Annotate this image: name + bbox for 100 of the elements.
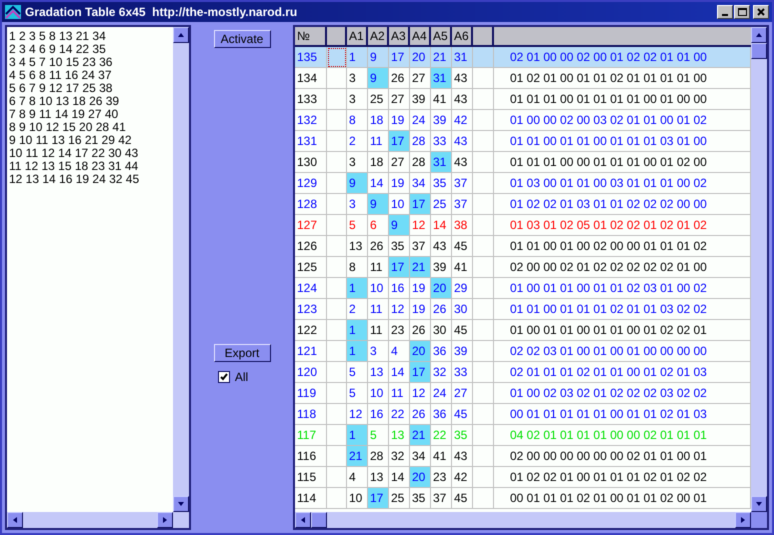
table-cell: 43 (452, 89, 473, 110)
table-cell: 17 (389, 257, 410, 278)
table-cell: 01 00 01 01 00 01 01 00 01 02 02 01 (494, 320, 751, 341)
column-header: A2 (368, 27, 389, 47)
table-row[interactable]: 135 1 9 17 20 21 31 02 01 00 00 02 00 01 02 02 01 01 00 (295, 47, 751, 68)
table-row[interactable]: 134 3 9 26 27 31 43 01 02 01 00 01 01 02 01 01 01 01 00 (295, 68, 751, 89)
table-cell: 12 (389, 299, 410, 320)
table-cell: 19 (410, 299, 431, 320)
table-cell: 37 (431, 488, 452, 509)
table-row[interactable]: 133 3 25 27 39 41 43 01 01 01 00 01 01 01 01 00 01 00 00 (295, 89, 751, 110)
table-cell: 1 (347, 47, 368, 68)
table-cell: 16 (389, 278, 410, 299)
table-cell: 01 01 00 01 00 02 00 00 01 01 01 02 (494, 236, 751, 257)
table-cell: 01 02 02 01 03 01 01 02 02 02 00 00 (494, 194, 751, 215)
table-cell: 9 (368, 68, 389, 89)
table-cell: 39 (452, 341, 473, 362)
table-cell: 43 (452, 131, 473, 152)
table-cell: 31 (431, 68, 452, 89)
table-row[interactable]: 126 13 26 35 37 43 45 01 01 00 01 00 02 00 00 01 01 01 02 (295, 236, 751, 257)
table-cell: 35 (431, 173, 452, 194)
table-cell: 11 (389, 383, 410, 404)
table-cell: 28 (368, 446, 389, 467)
table-cell: 125 (295, 257, 327, 278)
app-icon (5, 5, 21, 19)
table-cell: 5 (368, 425, 389, 446)
scroll-down-button[interactable] (751, 496, 767, 512)
list-line: 11 12 13 15 18 23 31 44 (9, 160, 138, 173)
scroll-left-button[interactable] (295, 512, 311, 528)
table-cell: 35 (452, 425, 473, 446)
table-cell: 31 (431, 152, 452, 173)
table-cell: 01 00 02 03 02 01 02 02 02 03 02 02 (494, 383, 751, 404)
table-cell: 45 (452, 488, 473, 509)
table-row[interactable]: 114 10 17 25 35 37 45 00 01 01 01 02 01 00 01 01 02 00 01 (295, 488, 751, 509)
table-cell: 01 01 00 01 01 00 01 01 01 03 01 00 (494, 131, 751, 152)
table-cell: 11 (368, 299, 389, 320)
table-row[interactable]: 115 4 13 14 20 23 42 01 02 02 01 00 01 01 01 02 01 02 02 (295, 467, 751, 488)
table-cell: 24 (431, 383, 452, 404)
scroll-right-button[interactable] (735, 512, 751, 528)
table-cell: 19 (389, 173, 410, 194)
table-cell: 17 (389, 131, 410, 152)
table-cell: 16 (368, 404, 389, 425)
table-cell: 23 (431, 467, 452, 488)
table-row[interactable]: 124 1 10 16 19 20 29 01 00 01 01 00 01 01 02 03 01 00 02 (295, 278, 751, 299)
table-row[interactable]: 125 8 11 17 21 39 41 02 00 00 02 01 02 02 02 02 02 01 00 (295, 257, 751, 278)
list-line: 7 8 9 11 14 19 27 40 (9, 108, 118, 121)
table-cell: 01 03 00 01 01 00 03 01 01 01 00 02 (494, 173, 751, 194)
table-cell: 13 (368, 362, 389, 383)
table-cell: 121 (295, 341, 327, 362)
table-cell: 38 (452, 215, 473, 236)
scroll-thumb[interactable] (311, 512, 327, 528)
column-header: A4 (410, 27, 431, 47)
table-cell: 13 (347, 236, 368, 257)
table-cell: 00 01 01 01 01 01 00 01 01 02 01 03 (494, 404, 751, 425)
table-cell: 32 (431, 362, 452, 383)
table-row[interactable]: 131 2 11 17 28 33 43 01 01 00 01 01 00 01 01 01 03 01 00 (295, 131, 751, 152)
table-row[interactable]: 127 5 6 9 12 14 38 01 03 01 02 05 01 02 02 01 02 01 02 (295, 215, 751, 236)
window-title: Gradation Table 6x45 http://the-mostly.narod.ru (25, 5, 298, 19)
scroll-down-button[interactable] (173, 496, 189, 512)
table-cell: 02 02 03 01 00 01 00 01 00 00 00 00 (494, 341, 751, 362)
table-cell: 37 (452, 194, 473, 215)
table-cell: 41 (431, 89, 452, 110)
table-row[interactable]: 129 9 14 19 34 35 37 01 03 00 01 01 00 03 01 01 01 00 02 (295, 173, 751, 194)
list-line: 2 3 4 6 9 14 22 35 (9, 43, 106, 56)
table-row[interactable]: 118 12 16 22 26 36 45 00 01 01 01 01 01 00 01 01 02 01 03 (295, 404, 751, 425)
table-cell: 17 (410, 362, 431, 383)
all-checkbox[interactable] (218, 371, 230, 383)
table-cell: 1 (347, 278, 368, 299)
table-row[interactable]: 128 3 9 10 17 25 37 01 02 02 01 03 01 01 02 02 02 00 00 (295, 194, 751, 215)
list-line: 10 11 12 14 17 22 30 43 (9, 147, 138, 160)
table-cell: 43 (452, 446, 473, 467)
table-cell: 01 00 01 01 00 01 01 02 03 01 00 02 (494, 278, 751, 299)
table-row[interactable]: 132 8 18 19 24 39 42 01 00 00 02 00 03 02 01 01 00 01 02 (295, 110, 751, 131)
scroll-up-button[interactable] (751, 27, 767, 43)
table-row[interactable]: 119 5 10 11 12 24 27 01 00 02 03 02 01 02 02 02 03 02 02 (295, 383, 751, 404)
table-cell: 10 (368, 383, 389, 404)
sequence-list[interactable] (5, 25, 191, 530)
scroll-up-button[interactable] (173, 27, 189, 43)
table-cell: 1 (347, 425, 368, 446)
table-row[interactable]: 130 3 18 27 28 31 43 01 01 01 00 00 01 01 01 00 01 02 00 (295, 152, 751, 173)
close-button[interactable] (753, 5, 769, 19)
table-row[interactable]: 121 1 3 4 20 36 39 02 02 03 01 00 01 00 01 00 00 00 00 (295, 341, 751, 362)
table-row[interactable]: 120 5 13 14 17 32 33 02 01 01 01 02 01 01 00 01 02 01 03 (295, 362, 751, 383)
table-cell: 35 (410, 488, 431, 509)
table-row[interactable]: 117 1 5 13 21 22 35 04 02 01 01 01 01 00 00 02 01 01 01 (295, 425, 751, 446)
table-cell: 17 (410, 194, 431, 215)
table-row[interactable]: 116 21 28 32 34 41 43 02 00 00 00 00 00 00 02 01 01 00 01 (295, 446, 751, 467)
table-cell: 11 (368, 320, 389, 341)
scroll-thumb[interactable] (751, 43, 767, 59)
table-cell: 27 (389, 152, 410, 173)
scroll-left-button[interactable] (7, 512, 23, 528)
table-row[interactable]: 123 2 11 12 19 26 30 01 01 00 01 01 01 02 01 01 03 02 02 (295, 299, 751, 320)
activate-button[interactable]: Activate (214, 30, 270, 48)
table-cell: 41 (452, 257, 473, 278)
table-cell: 23 (389, 320, 410, 341)
maximize-button[interactable] (734, 5, 750, 19)
minimize-button[interactable] (717, 5, 733, 19)
table-cell: 01 00 00 02 00 03 02 01 01 00 01 02 (494, 110, 751, 131)
table-row[interactable]: 122 1 11 23 26 30 45 01 00 01 01 00 01 01 00 01 02 02 01 (295, 320, 751, 341)
scroll-right-button[interactable] (157, 512, 173, 528)
export-button[interactable]: Export (214, 344, 270, 362)
